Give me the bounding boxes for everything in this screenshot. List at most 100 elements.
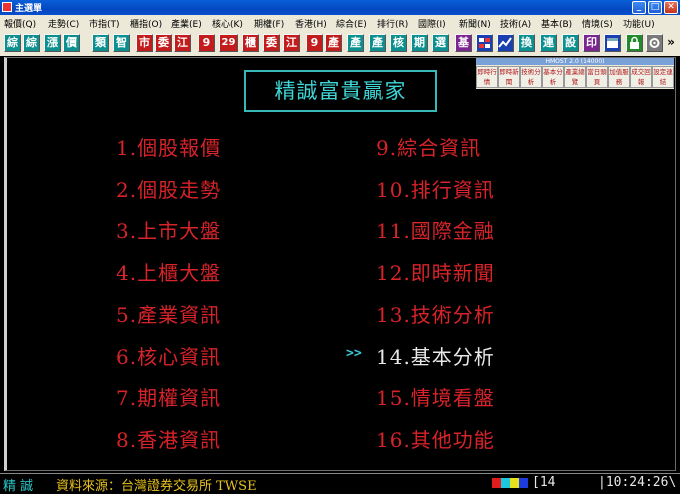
toolbar-button[interactable]: 類 [92, 34, 109, 52]
quick-access-title: HMOST 2.0 (14000) [476, 58, 674, 65]
toolbar-button[interactable]: 委 [263, 34, 280, 52]
lock-icon[interactable] [626, 34, 643, 52]
toolbar-button[interactable]: 委 [155, 34, 172, 52]
menu-option-9[interactable]: 9.綜合資訊 [376, 136, 481, 160]
main-panel [4, 57, 676, 471]
quick-button-today[interactable]: 當日頭頁 [586, 66, 608, 88]
lock-icon-shape [630, 36, 639, 49]
status-data-source: 資料來源：台灣證券交易所 TWSE [56, 479, 257, 494]
menu-fundamental[interactable]: 基本(B) [541, 17, 572, 30]
toolbar-button[interactable]: 產 [369, 34, 386, 52]
grid-icon[interactable] [476, 34, 493, 52]
window-icon-shape [607, 38, 618, 48]
quick-button-realtime-news[interactable]: 即時新聞 [498, 66, 520, 88]
toolbar-button[interactable]: 換 [518, 34, 535, 52]
menu-option-4[interactable]: 4.上櫃大盤 [116, 261, 221, 285]
quick-button-technical[interactable]: 技術分析 [520, 66, 542, 88]
color-segment [501, 478, 510, 488]
app-icon [2, 2, 12, 12]
menu-ranking[interactable]: 排行(R) [377, 17, 408, 30]
toolbar-button[interactable]: 9 [306, 34, 323, 52]
toolbar-button[interactable]: 選 [432, 34, 449, 52]
chart-icon[interactable] [497, 34, 514, 52]
toolbar-button[interactable]: 期 [411, 34, 428, 52]
toolbar-button[interactable]: 核 [390, 34, 407, 52]
menu-market-index[interactable]: 市指(T) [89, 17, 120, 30]
toolbar-button[interactable]: 9 [198, 34, 215, 52]
toolbar-button[interactable]: 基 [455, 34, 472, 52]
menu-trend[interactable]: 走勢(C) [48, 17, 79, 30]
toolbar-button[interactable]: 產 [347, 34, 364, 52]
quick-button-settings-link[interactable]: 設定連結 [652, 66, 674, 88]
minimize-button[interactable]: _ [632, 1, 646, 14]
close-button[interactable]: ✕ [664, 1, 678, 14]
menu-option-11[interactable]: 11.國際金融 [376, 219, 495, 243]
menu-option-7[interactable]: 7.期權資訊 [116, 386, 221, 410]
quick-button-fundamental[interactable]: 基本分析 [542, 66, 564, 88]
toolbar-button[interactable]: 智 [113, 34, 130, 52]
toolbar-button[interactable]: 設 [562, 34, 579, 52]
status-clock: |10:24:26\ [598, 475, 677, 490]
quick-access-panel: HMOST 2.0 (14000) 即時行情 即時新聞 技術分析 基本分析 產業… [476, 58, 674, 89]
menu-composite[interactable]: 綜合(E) [336, 17, 367, 30]
menu-option-15[interactable]: 15.情境看盤 [376, 386, 495, 410]
menu-functions[interactable]: 功能(U) [623, 17, 655, 30]
window-title: 主選單 [15, 4, 43, 14]
toolbar-button[interactable]: 印 [583, 34, 600, 52]
chart-icon-shape [498, 37, 512, 48]
menu-option-3[interactable]: 3.上市大盤 [116, 219, 221, 243]
color-segment [492, 478, 501, 488]
window-icon[interactable] [604, 34, 621, 52]
menu-option-5[interactable]: 5.產業資訊 [116, 303, 221, 327]
toolbar-button[interactable]: 市 [136, 34, 153, 52]
settings-icon[interactable] [646, 34, 663, 52]
menu-core[interactable]: 核心(K) [212, 17, 243, 30]
toolbar-button[interactable]: 櫃 [242, 34, 259, 52]
toolbar-button[interactable]: 江 [283, 34, 300, 52]
menu-options[interactable]: 期權(F) [254, 17, 284, 30]
quick-button-realtime-quote[interactable]: 即時行情 [476, 66, 498, 88]
status-brand: 精 誠 [3, 479, 34, 494]
menu-option-16[interactable]: 16.其他功能 [376, 428, 495, 452]
brand-headline: 精誠富貴贏家 [244, 70, 437, 112]
grid-icon-shape [479, 38, 490, 48]
toolbar-button[interactable]: 產 [325, 34, 342, 52]
menu-international[interactable]: 國際(I) [418, 17, 446, 30]
toolbar-button[interactable]: 漲 [44, 34, 61, 52]
color-segment [519, 478, 528, 488]
toolbar-button[interactable]: 價 [63, 34, 80, 52]
toolbar-button[interactable]: 29 [219, 34, 238, 52]
menu-option-10[interactable]: 10.排行資訊 [376, 178, 495, 202]
title-bar: 主選單 _ □ ✕ [0, 0, 680, 15]
settings-icon-shape [649, 38, 660, 48]
menu-option-2[interactable]: 2.個股走勢 [116, 178, 221, 202]
quick-button-industry[interactable]: 產業總覽 [564, 66, 586, 88]
menu-quote[interactable]: 報價(Q) [4, 17, 36, 30]
toolbar-button[interactable]: 綜 [23, 34, 40, 52]
menu-bar: 報價(Q) 走勢(C) 市指(T) 櫃指(O) 產業(E) 核心(K) 期權(F… [0, 15, 680, 30]
menu-otc-index[interactable]: 櫃指(O) [130, 17, 162, 30]
quick-button-value-added[interactable]: 加值服務 [608, 66, 630, 88]
toolbar-button[interactable]: 綜 [4, 34, 21, 52]
menu-industry[interactable]: 產業(E) [171, 17, 202, 30]
toolbar: 綜 綜 漲 價 類 智 市 委 江 9 29 櫃 委 江 9 產 產 產 核 期… [0, 30, 680, 56]
menu-hongkong[interactable]: 香港(H) [295, 17, 327, 30]
selection-pointer: >> [346, 346, 362, 361]
toolbar-overflow-button[interactable]: » [664, 34, 678, 52]
menu-news[interactable]: 新聞(N) [459, 17, 491, 30]
toolbar-button[interactable]: 江 [174, 34, 191, 52]
menu-option-6[interactable]: 6.核心資訊 [116, 345, 221, 369]
menu-option-12[interactable]: 12.即時新聞 [376, 261, 495, 285]
maximize-button[interactable]: □ [648, 1, 662, 14]
menu-scenario[interactable]: 情境(S) [582, 17, 613, 30]
status-color-indicator [492, 478, 528, 488]
menu-option-1[interactable]: 1.個股報價 [116, 136, 221, 160]
toolbar-button[interactable]: 連 [540, 34, 557, 52]
status-code: [14 [532, 475, 556, 490]
color-segment [510, 478, 519, 488]
menu-technical[interactable]: 技術(A) [500, 17, 531, 30]
quick-button-trade-report[interactable]: 成交回報 [630, 66, 652, 88]
menu-option-8[interactable]: 8.香港資訊 [116, 428, 221, 452]
menu-option-14[interactable]: 14.基本分析 [376, 345, 495, 369]
menu-option-13[interactable]: 13.技術分析 [376, 303, 495, 327]
